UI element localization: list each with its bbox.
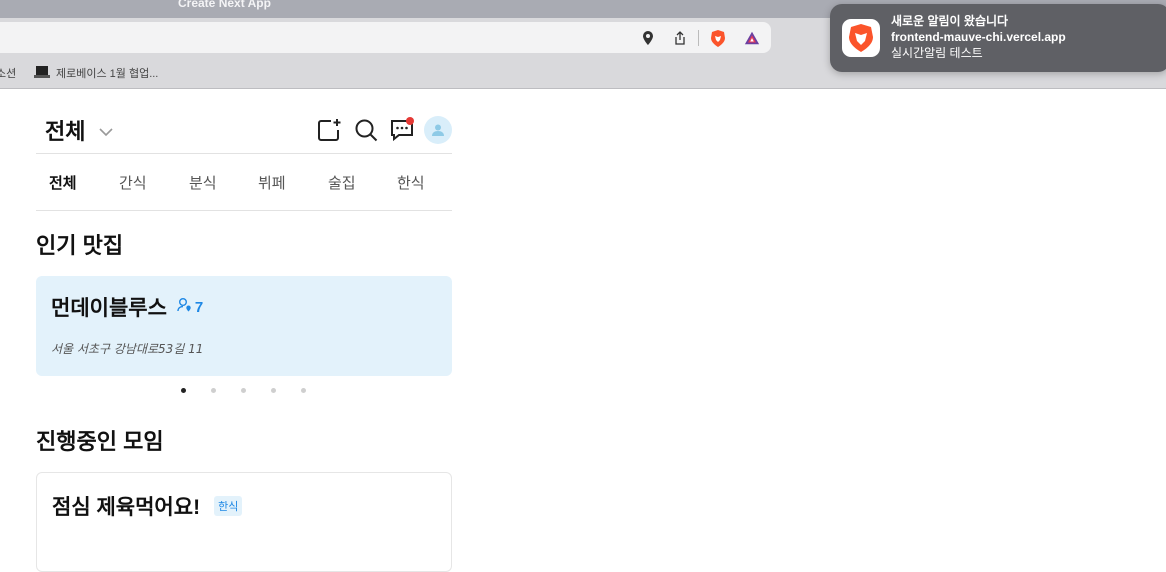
bookmark-item[interactable]: 제로베이스 1월 협업...	[34, 65, 158, 81]
bookmark-label: 소션	[0, 68, 17, 80]
avatar[interactable]	[424, 116, 452, 144]
header-actions	[316, 116, 452, 144]
window-title: Create Next App	[178, 0, 271, 10]
tab-bunsik[interactable]: 분식	[189, 172, 217, 193]
tab-bar[interactable]: 술집	[328, 172, 356, 193]
notification-body: 실시간알림 테스트	[891, 46, 983, 60]
system-notification[interactable]: 새로운 알림이 왔습니다 frontend-mauve-chi.vercel.a…	[830, 4, 1166, 72]
tab-korean[interactable]: 한식	[397, 172, 425, 193]
participant-count: 7	[177, 297, 203, 317]
carousel-dot[interactable]	[241, 388, 246, 393]
popular-section-title: 인기 맛집	[36, 233, 124, 258]
category-dropdown-label: 전체	[45, 119, 86, 144]
brave-lion-icon	[842, 19, 880, 57]
popular-restaurant-card[interactable]: 먼데이블루스 7 서울 서초구 강남대로53길 11	[36, 276, 452, 376]
carousel-dot[interactable]	[271, 388, 276, 393]
carousel-indicator	[36, 386, 452, 396]
restaurant-name-row: 먼데이블루스 7	[51, 292, 203, 322]
meetings-section-title: 진행중인 모임	[36, 429, 164, 454]
participant-count-value: 7	[194, 298, 204, 316]
category-dropdown[interactable]: 전체	[45, 114, 114, 146]
carousel-dot[interactable]	[211, 388, 216, 393]
new-post-icon[interactable]	[316, 116, 344, 144]
bookmark-label: 제로베이스 1월 협업...	[56, 68, 159, 80]
notification-subtitle: frontend-mauve-chi.vercel.app	[891, 30, 1066, 44]
brave-shields-icon[interactable]	[710, 29, 726, 47]
meeting-title-row: 점심 제육먹어요! 한식	[52, 491, 243, 521]
chat-icon[interactable]	[388, 116, 416, 144]
meeting-card[interactable]: 점심 제육먹어요! 한식	[36, 472, 452, 572]
notification-text: 새로운 알림이 왔습니다 frontend-mauve-chi.vercel.a…	[891, 13, 1066, 61]
address-bar[interactable]	[0, 22, 771, 53]
share-icon[interactable]	[672, 30, 688, 46]
bookmark-item[interactable]: 소션	[0, 65, 16, 81]
tab-snack[interactable]: 간식	[119, 172, 147, 193]
app-page: 전체 전체 간식 분식 뷔페 술집 한식 인기 맛집 먼데이블루스 7 서울 서…	[36, 90, 452, 572]
notification-title: 새로운 알림이 왔습니다	[891, 14, 1009, 28]
restaurant-name: 먼데이블루스	[51, 297, 167, 320]
location-pin-icon[interactable]	[640, 30, 656, 46]
unread-dot	[406, 117, 414, 125]
app-header: 전체	[36, 90, 452, 154]
carousel-dot[interactable]	[301, 388, 306, 393]
chevron-down-icon	[99, 117, 114, 143]
toolbar-divider	[698, 30, 699, 46]
user-location-icon	[177, 297, 193, 317]
meeting-title: 점심 제육먹어요!	[52, 496, 201, 519]
category-tabs: 전체 간식 분식 뷔페 술집 한식	[36, 155, 452, 211]
search-icon[interactable]	[352, 116, 380, 144]
tab-all[interactable]: 전체	[49, 172, 77, 193]
brave-rewards-icon[interactable]	[744, 30, 760, 46]
restaurant-address: 서울 서초구 강남대로53길 11	[51, 342, 204, 356]
category-badge: 한식	[214, 496, 243, 516]
tab-buffet[interactable]: 뷔페	[258, 172, 286, 193]
laptop-icon	[34, 65, 50, 81]
carousel-dot[interactable]	[181, 388, 186, 393]
